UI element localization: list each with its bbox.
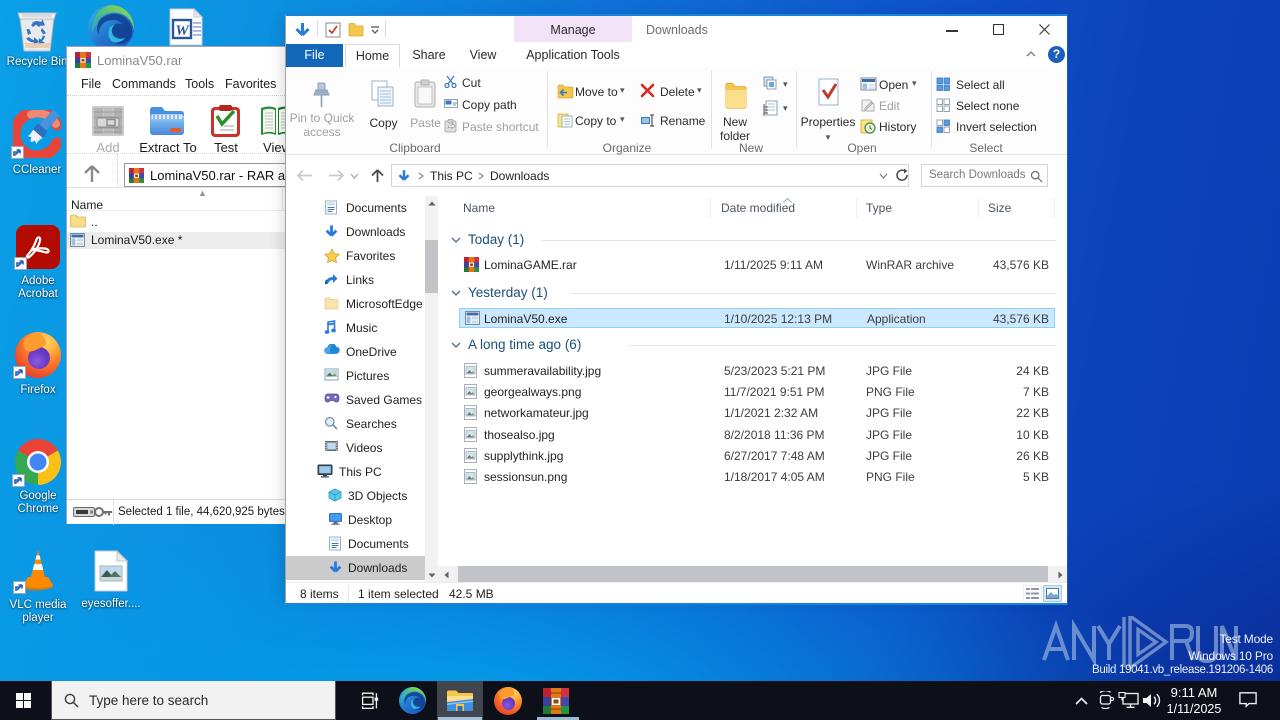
svg-text:W: W — [175, 23, 190, 39]
